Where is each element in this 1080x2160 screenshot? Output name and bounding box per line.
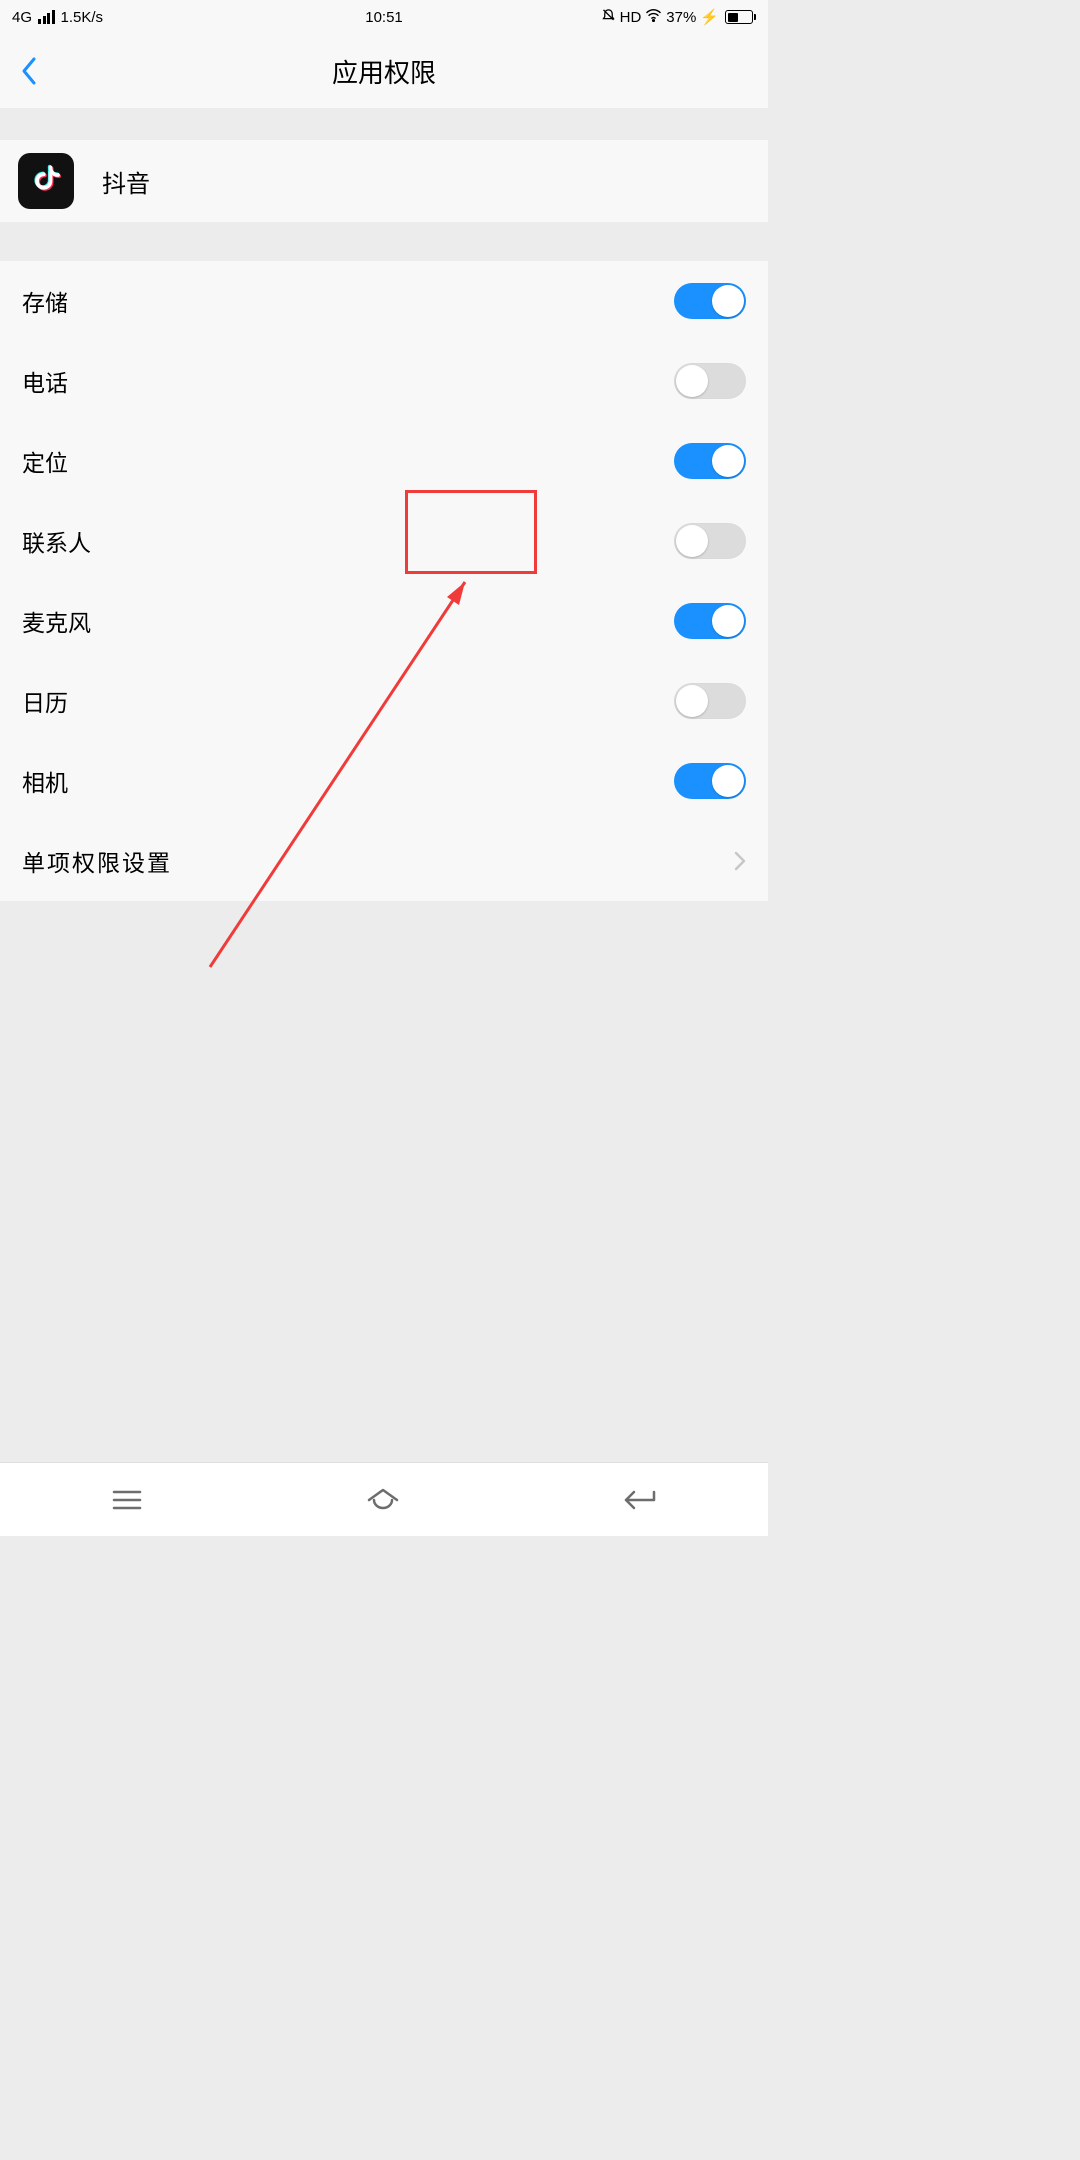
- perm-label: 相机: [22, 764, 68, 798]
- perm-label: 日历: [22, 684, 68, 718]
- app-row: 抖音: [0, 140, 768, 222]
- hd-label: HD: [620, 9, 642, 26]
- perm-row-phone: 电话: [0, 341, 768, 421]
- perm-toggle-mic[interactable]: [674, 603, 746, 639]
- charging-icon: ⚡: [700, 8, 719, 26]
- status-bar: 4G 1.5K/s 10:51 HD 37% ⚡: [0, 0, 768, 34]
- perm-toggle-phone[interactable]: [674, 363, 746, 399]
- permissions-list: 存储 电话 定位 联系人 麦克风 日历 相机 单项权限设置: [0, 261, 768, 901]
- status-time: 10:51: [365, 9, 403, 26]
- perm-row-camera: 相机: [0, 741, 768, 821]
- perm-toggle-location[interactable]: [674, 443, 746, 479]
- perm-row-storage: 存储: [0, 261, 768, 341]
- perm-row-more[interactable]: 单项权限设置: [0, 821, 768, 901]
- battery-pct: 37%: [666, 9, 696, 26]
- page-title: 应用权限: [332, 53, 436, 90]
- mute-icon: [601, 8, 616, 27]
- perm-toggle-calendar[interactable]: [674, 683, 746, 719]
- network-speed: 1.5K/s: [61, 9, 104, 26]
- perm-row-contacts: 联系人: [0, 501, 768, 581]
- more-label: 单项权限设置: [22, 844, 172, 878]
- status-right: HD 37% ⚡: [601, 8, 756, 27]
- perm-row-mic: 麦克风: [0, 581, 768, 661]
- soft-nav-bar: [0, 1462, 768, 1536]
- wifi-icon: [645, 8, 662, 26]
- perm-label: 电话: [22, 364, 68, 398]
- signal-icon: [38, 10, 55, 24]
- app-name: 抖音: [102, 164, 150, 199]
- recents-button[interactable]: [110, 1488, 144, 1512]
- chevron-right-icon: [734, 851, 746, 871]
- perm-toggle-camera[interactable]: [674, 763, 746, 799]
- battery-icon: [725, 10, 756, 24]
- perm-toggle-storage[interactable]: [674, 283, 746, 319]
- perm-toggle-contacts[interactable]: [674, 523, 746, 559]
- back-soft-button[interactable]: [622, 1487, 658, 1513]
- app-icon: [18, 153, 74, 209]
- perm-row-calendar: 日历: [0, 661, 768, 741]
- perm-row-location: 定位: [0, 421, 768, 501]
- perm-label: 定位: [22, 444, 68, 478]
- perm-label: 联系人: [22, 524, 91, 558]
- back-button[interactable]: [20, 55, 38, 87]
- network-type: 4G: [12, 9, 32, 26]
- perm-label: 麦克风: [22, 604, 91, 638]
- status-left: 4G 1.5K/s: [12, 9, 103, 26]
- perm-label: 存储: [22, 284, 68, 318]
- header-bar: 应用权限: [0, 34, 768, 108]
- home-button[interactable]: [365, 1486, 401, 1514]
